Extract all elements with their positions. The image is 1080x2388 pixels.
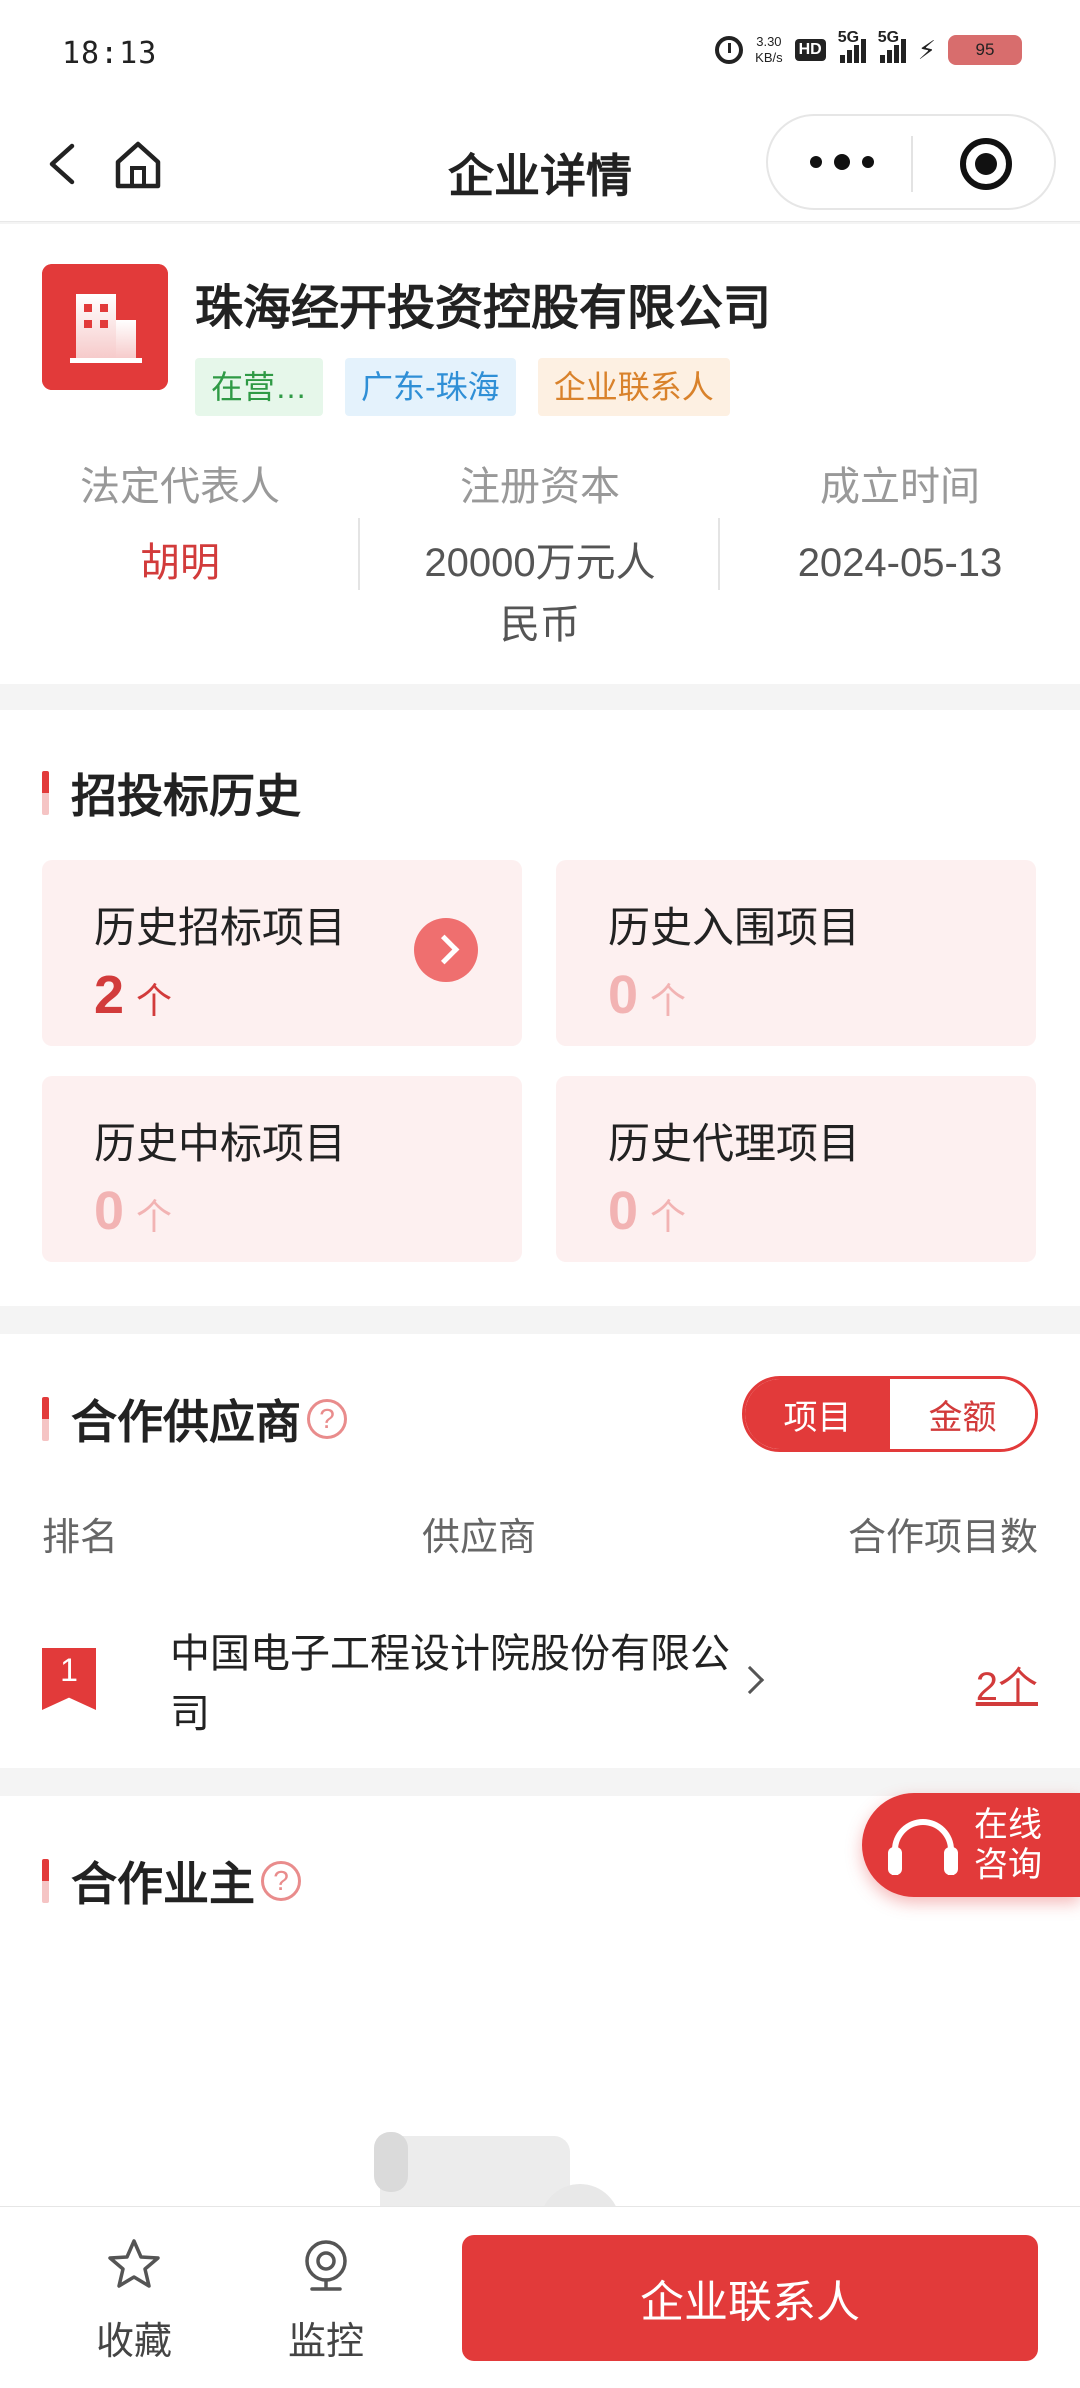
suppliers-section: 合作供应商 ? 项目 金额 排名 供应商 合作项目数 1 中国电子工程设计院股份… <box>0 1334 1080 1768</box>
toggle-project[interactable]: 项目 <box>745 1379 890 1449</box>
company-building-icon <box>42 264 168 390</box>
chevron-right-icon[interactable] <box>735 1665 765 1695</box>
monitor-button[interactable]: 监控 <box>266 2235 386 2365</box>
company-name: 珠海经开投资控股有限公司 <box>195 282 772 335</box>
status-time: 18:13 <box>62 36 158 71</box>
online-consult-button[interactable]: 在线咨询 <box>862 1793 1080 1897</box>
section-title: 招投标历史 <box>42 760 301 826</box>
capsule-divider <box>911 136 913 192</box>
history-agent-card[interactable]: 历史代理项目 0个 <box>556 1076 1036 1262</box>
registered-capital: 注册资本 20000万元人民币 <box>424 465 656 647</box>
supplier-sort-toggle: 项目 金额 <box>742 1376 1038 1452</box>
toggle-amount[interactable]: 金额 <box>890 1379 1035 1449</box>
help-icon[interactable]: ? <box>307 1399 347 1439</box>
star-icon <box>108 2239 160 2288</box>
rank-badge: 1 <box>42 1648 96 1710</box>
chevron-right-icon[interactable] <box>414 918 478 982</box>
close-mini-program-icon[interactable] <box>960 138 1012 190</box>
supplier-project-count[interactable]: 2个 <box>976 1654 1038 1712</box>
divider <box>358 518 360 590</box>
established-date: 成立时间 2024-05-13 <box>797 465 1003 585</box>
legal-representative: 法定代表人 胡明 <box>80 465 280 585</box>
hd-icon: HD <box>794 39 826 61</box>
status-icons: 3.30 KB/s HD 5G 5G ⚡ 95 <box>715 29 1022 66</box>
net-speed: 3.30 KB/s <box>755 34 783 65</box>
empty-state-illustration <box>374 2132 620 2264</box>
bid-history-section: 招投标历史 历史招标项目 2个 历史入围项目 0个 历史中标项目 0个 历史代理… <box>0 710 1080 1306</box>
company-tags: 在营… 广东-珠海 企业联系人 <box>195 358 730 416</box>
status-bar: 18:13 3.30 KB/s HD 5G 5G ⚡ 95 <box>0 0 1080 110</box>
divider <box>718 518 720 590</box>
status-badge: 在营… <box>195 358 324 416</box>
battery-icon: 95 <box>948 35 1022 65</box>
signal-icon: 5G <box>838 29 866 63</box>
section-title: 合作供应商 ? <box>42 1386 347 1452</box>
supplier-name[interactable]: 中国电子工程设计院股份有限公司 <box>170 1624 730 1744</box>
section-marker <box>42 771 49 815</box>
headset-icon <box>888 1819 958 1875</box>
history-tender-card[interactable]: 历史招标项目 2个 <box>42 860 522 1046</box>
column-supplier: 供应商 <box>422 1517 537 1559</box>
bottom-action-bar: 收藏 监控 企业联系人 <box>0 2206 1080 2388</box>
signal-icon: 5G <box>878 29 906 63</box>
alarm-icon <box>715 36 744 64</box>
company-header: 珠海经开投资控股有限公司 在营… 广东-珠海 企业联系人 法定代表人 胡明 注册… <box>0 224 1080 684</box>
mini-program-capsule <box>766 114 1056 210</box>
more-icon[interactable] <box>810 142 874 182</box>
favorite-button[interactable]: 收藏 <box>74 2235 194 2365</box>
column-rank: 排名 <box>42 1517 119 1559</box>
history-shortlist-card[interactable]: 历史入围项目 0个 <box>556 860 1036 1046</box>
nav-bar: 企业详情 <box>0 110 1080 222</box>
company-contact-button[interactable]: 企业联系人 <box>462 2235 1038 2361</box>
charging-icon: ⚡ <box>917 34 936 65</box>
help-icon[interactable]: ? <box>261 1861 301 1901</box>
section-marker <box>42 1397 49 1441</box>
region-badge: 广东-珠海 <box>345 358 516 416</box>
section-title: 合作业主 ? <box>42 1848 301 1914</box>
company-info-row: 法定代表人 胡明 注册资本 20000万元人民币 成立时间 2024-05-13 <box>0 454 1080 654</box>
column-project-count: 合作项目数 <box>847 1517 1038 1559</box>
section-marker <box>42 1859 49 1903</box>
history-won-card[interactable]: 历史中标项目 0个 <box>42 1076 522 1262</box>
camera-monitor-icon <box>305 2240 347 2291</box>
contact-badge[interactable]: 企业联系人 <box>537 358 730 416</box>
